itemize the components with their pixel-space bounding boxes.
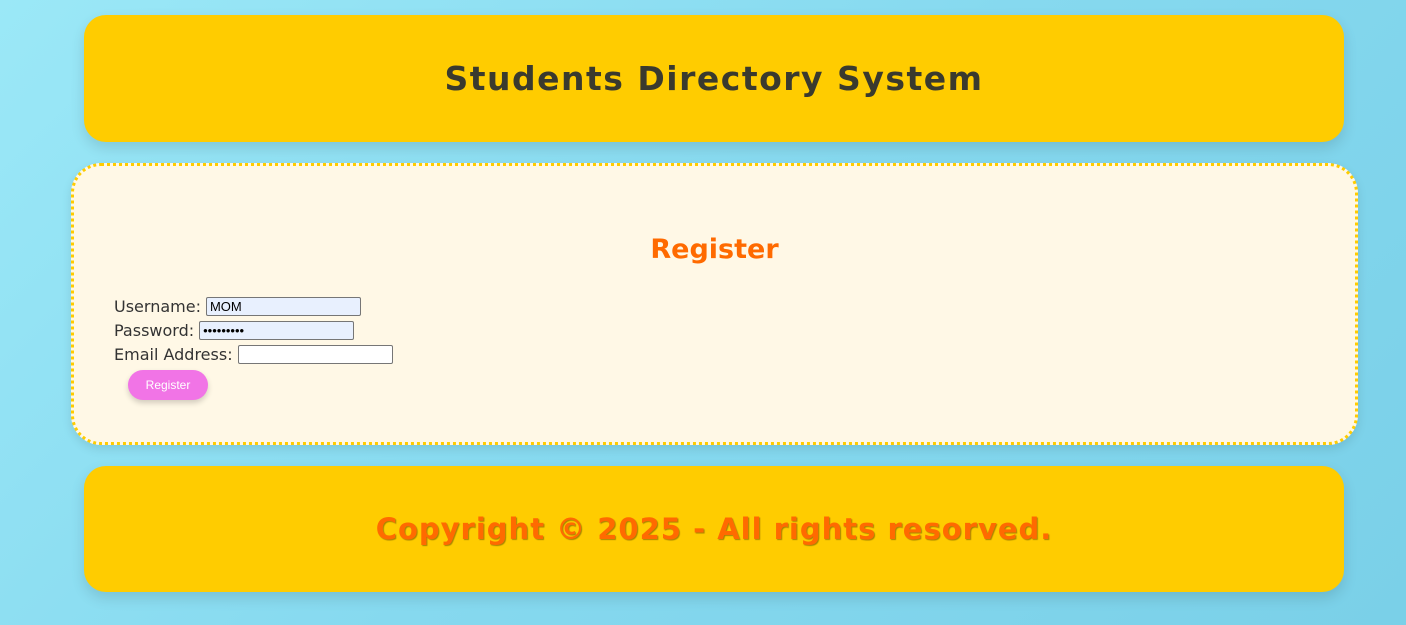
register-heading: Register (650, 234, 779, 265)
register-button[interactable]: Register (128, 370, 208, 400)
email-label: Email Address: (114, 344, 233, 364)
password-row: Password: (114, 318, 393, 342)
username-label: Username: (114, 296, 201, 316)
register-form: Username: Password: Email Address: Regis… (114, 294, 393, 400)
username-row: Username: (114, 294, 393, 318)
username-input[interactable] (205, 296, 361, 316)
email-row: Email Address: (114, 342, 393, 366)
password-label: Password: (114, 320, 195, 340)
password-input[interactable] (199, 320, 355, 340)
email-input[interactable] (237, 344, 393, 364)
footer-banner: Copyright © 2025 - All rights resorved. (84, 466, 1344, 592)
header-banner: Students Directory System (84, 15, 1344, 142)
register-panel: Register Username: Password: Email Addre… (71, 163, 1358, 445)
site-title: Students Directory System (444, 59, 984, 98)
copyright-text: Copyright © 2025 - All rights resorved. (375, 512, 1053, 546)
